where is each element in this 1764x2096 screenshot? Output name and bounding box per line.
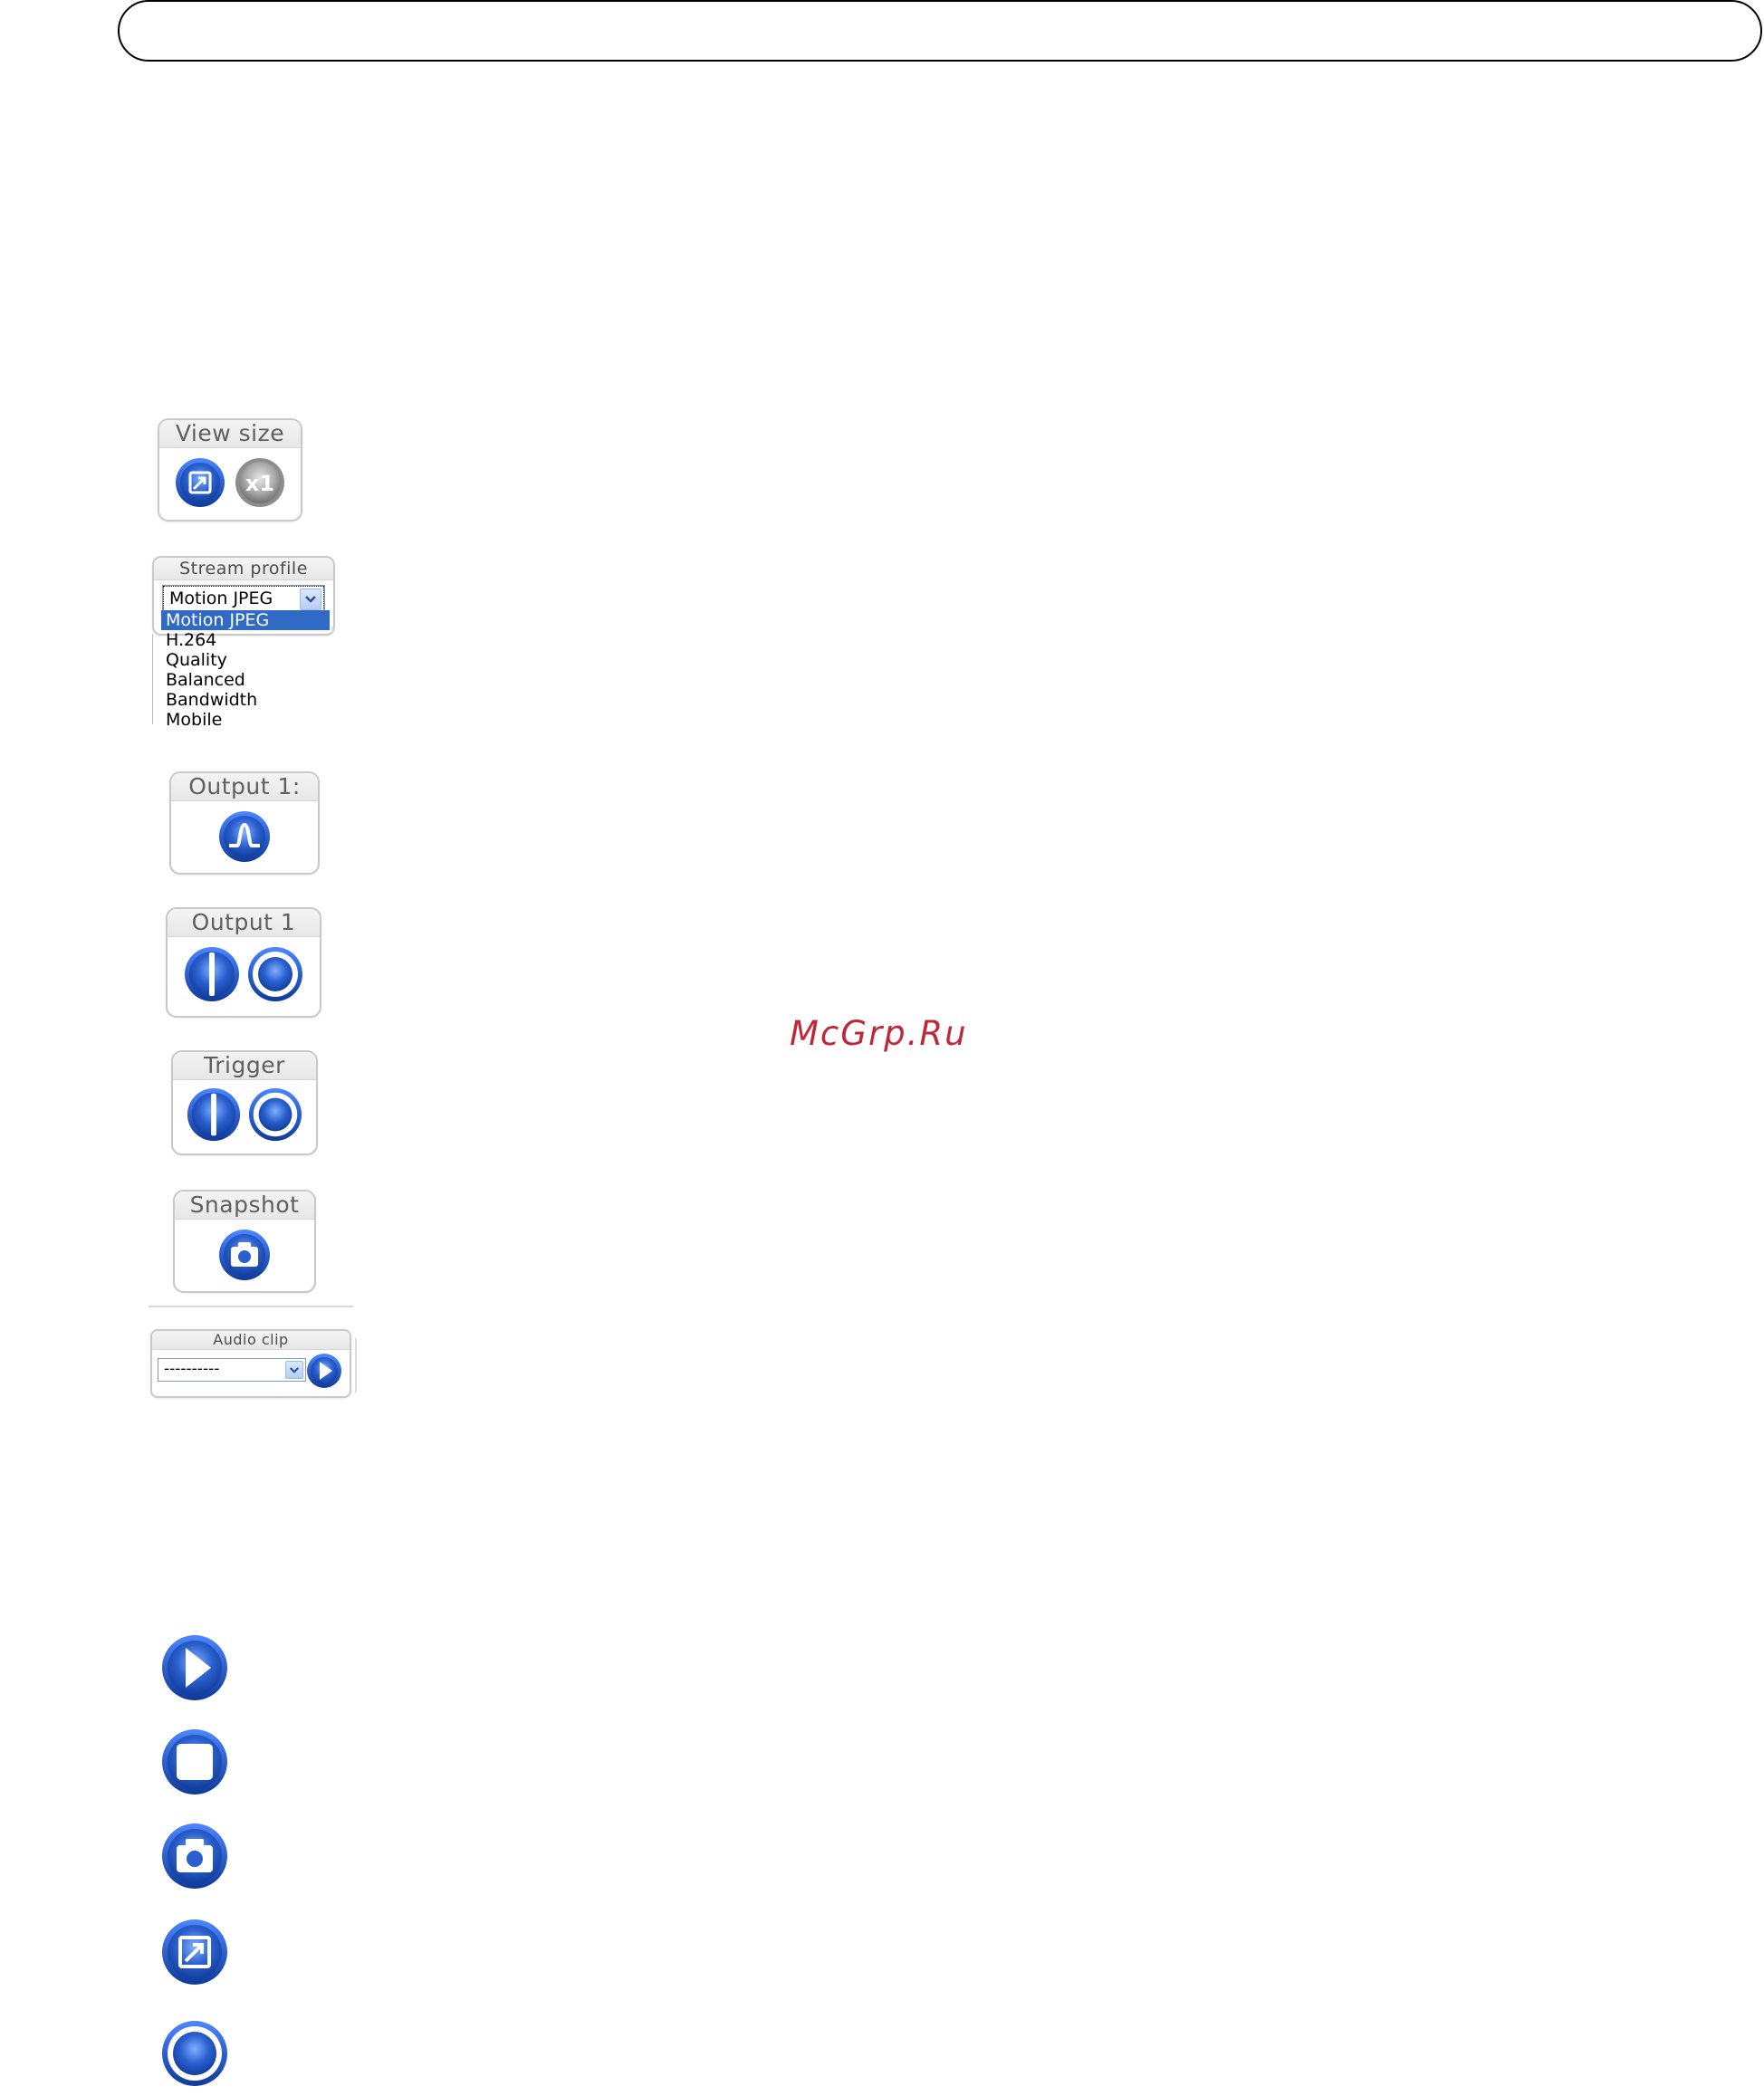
trigger-panel: Trigger <box>171 1050 318 1155</box>
stream-profile-options: Motion JPEG H.264 Quality Balanced Bandw… <box>161 610 330 730</box>
play-icon <box>307 1354 341 1388</box>
chevron-down-icon <box>300 589 321 610</box>
panel-edge <box>355 1338 357 1393</box>
pulse-icon <box>219 811 270 862</box>
header-bar <box>118 0 1762 62</box>
fullscreen-button[interactable] <box>174 456 226 509</box>
output-pulse-title: Output 1: <box>171 773 318 801</box>
trigger-off-button[interactable] <box>247 1086 303 1143</box>
audio-clip-title: Audio clip <box>152 1331 350 1350</box>
snapshot-button[interactable] <box>217 1228 272 1282</box>
stop-button[interactable] <box>160 1728 229 1796</box>
stream-profile-select[interactable]: Motion JPEG <box>162 585 325 614</box>
audio-clip-selected: ---------- <box>164 1360 220 1378</box>
stream-profile-selected: Motion JPEG <box>169 589 273 608</box>
option-bandwidth[interactable]: Bandwidth <box>161 690 330 710</box>
snapshot-title: Snapshot <box>175 1192 314 1220</box>
trigger-title: Trigger <box>173 1052 316 1080</box>
record-icon <box>162 2021 227 2086</box>
pulse-button[interactable] <box>217 809 272 864</box>
list-edge <box>331 627 333 634</box>
on-icon <box>187 1087 241 1142</box>
output-off-button[interactable] <box>246 945 304 1003</box>
fullscreen-icon <box>162 1919 227 1985</box>
output-pulse-panel: Output 1: <box>169 771 320 875</box>
snapshot-panel: Snapshot <box>173 1190 316 1293</box>
trigger-on-button[interactable] <box>186 1086 242 1143</box>
view-size-panel: View size x1 <box>158 418 302 522</box>
fullscreen-large-button[interactable] <box>160 1918 229 1986</box>
output-toggle-title: Output 1 <box>168 909 320 937</box>
snapshot-large-button[interactable] <box>160 1822 229 1890</box>
x1-button[interactable]: x1 <box>234 456 286 509</box>
option-balanced[interactable]: Balanced <box>161 670 330 690</box>
x1-label: x1 <box>245 471 274 496</box>
chevron-down-icon <box>285 1361 303 1379</box>
stop-icon <box>162 1729 227 1795</box>
option-mobile[interactable]: Mobile <box>161 710 330 730</box>
off-icon <box>248 1087 302 1142</box>
play-button[interactable] <box>160 1633 229 1702</box>
list-edge <box>152 634 153 724</box>
off-icon <box>248 947 302 1001</box>
x1-icon: x1 <box>235 458 284 507</box>
option-motion-jpeg[interactable]: Motion JPEG <box>161 610 330 630</box>
audio-play-button[interactable] <box>306 1353 342 1389</box>
output-on-button[interactable] <box>183 945 241 1003</box>
divider <box>149 1306 353 1307</box>
watermark-text: McGrp.Ru <box>790 1014 968 1053</box>
play-icon <box>162 1635 227 1700</box>
camera-icon <box>219 1230 270 1280</box>
on-icon <box>185 947 239 1001</box>
option-quality[interactable]: Quality <box>161 650 330 670</box>
output-toggle-panel: Output 1 <box>166 907 321 1018</box>
camera-icon <box>162 1823 227 1889</box>
record-button[interactable] <box>160 2019 229 2088</box>
option-h264[interactable]: H.264 <box>161 630 330 650</box>
stream-profile-title: Stream profile <box>154 558 333 580</box>
view-size-title: View size <box>159 420 301 448</box>
fullscreen-icon <box>176 458 225 507</box>
audio-clip-select[interactable]: ---------- <box>158 1358 306 1382</box>
